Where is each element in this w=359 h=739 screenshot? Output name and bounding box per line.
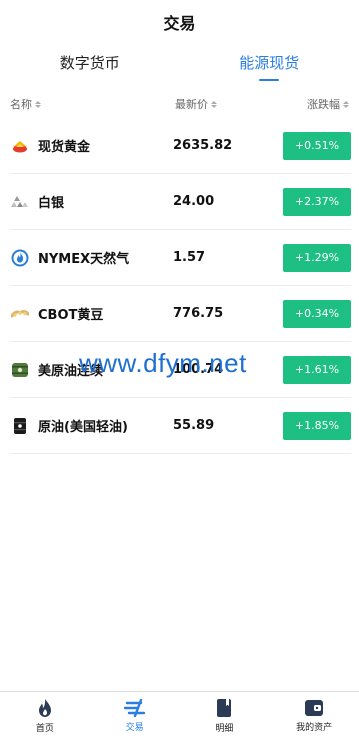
sort-by-price[interactable]: 最新价 xyxy=(175,96,259,112)
gold-icon xyxy=(10,136,30,156)
change-badge: +0.34% xyxy=(283,299,351,328)
change-badge: +0.51% xyxy=(283,131,351,160)
sort-icon xyxy=(35,100,41,108)
list-item[interactable]: CBOT黄豆 776.75 +0.34% xyxy=(10,286,351,342)
oil-barrel-green-icon xyxy=(10,360,30,380)
soybean-icon xyxy=(10,304,30,324)
book-icon xyxy=(215,698,233,718)
oil-barrel-black-icon xyxy=(10,416,30,436)
wallet-icon xyxy=(304,699,324,717)
market-list: 现货黄金 2635.82 +0.51% 白银 24.00 +2.37% NYME… xyxy=(0,118,359,454)
market-tabs: 数字货币 能源现货 xyxy=(0,44,359,84)
change-badge: +1.85% xyxy=(283,411,351,440)
tab-digital-currency[interactable]: 数字货币 xyxy=(0,44,180,84)
tabbar-home[interactable]: 首页 xyxy=(0,692,90,739)
list-item[interactable]: 美原油连续 100.74 +1.61% xyxy=(10,342,351,398)
column-header: 名称 最新价 涨跌幅 xyxy=(0,90,359,118)
sort-by-name[interactable]: 名称 xyxy=(10,96,175,112)
list-item[interactable]: NYMEX天然气 1.57 +1.29% xyxy=(10,230,351,286)
header: 交易 xyxy=(0,0,359,44)
change-badge: +2.37% xyxy=(283,187,351,216)
tabbar-my-assets[interactable]: 我的资产 xyxy=(269,692,359,739)
change-badge: +1.29% xyxy=(283,243,351,272)
tab-energy-spot[interactable]: 能源现货 xyxy=(180,44,359,84)
sort-icon xyxy=(343,100,349,108)
list-item[interactable]: 现货黄金 2635.82 +0.51% xyxy=(10,118,351,174)
change-badge: +1.61% xyxy=(283,355,351,384)
tabbar-details[interactable]: 明细 xyxy=(180,692,270,739)
tabbar-trade[interactable]: 交易 xyxy=(90,692,180,739)
list-item[interactable]: 白银 24.00 +2.37% xyxy=(10,174,351,230)
flame-icon xyxy=(35,698,55,718)
sort-icon xyxy=(211,100,217,108)
list-item[interactable]: 原油(美国轻油) 55.89 +1.85% xyxy=(10,398,351,454)
gas-flame-icon xyxy=(10,248,30,268)
trade-icon xyxy=(123,698,146,717)
sort-by-change[interactable]: 涨跌幅 xyxy=(259,96,349,112)
bottom-tab-bar: 首页 交易 明细 我的资产 xyxy=(0,691,359,739)
active-tab-indicator xyxy=(259,79,280,81)
silver-icon xyxy=(10,192,30,212)
page-title: 交易 xyxy=(163,14,196,33)
